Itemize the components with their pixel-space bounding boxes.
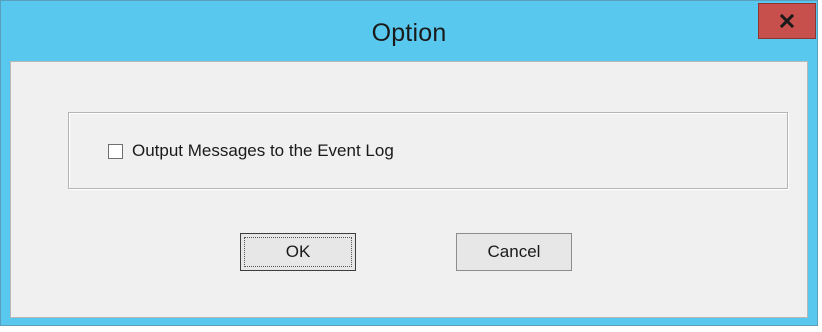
options-group: Output Messages to the Event Log <box>68 112 788 189</box>
dialog-body: Output Messages to the Event Log OK Canc… <box>10 61 808 318</box>
event-log-option[interactable]: Output Messages to the Event Log <box>108 142 394 160</box>
event-log-checkbox-label[interactable]: Output Messages to the Event Log <box>132 142 394 160</box>
event-log-checkbox[interactable] <box>108 143 123 159</box>
option-dialog: Option Output Messages to the Event Log … <box>0 0 818 326</box>
dialog-title: Option <box>371 19 447 47</box>
ok-button[interactable]: OK <box>240 233 356 271</box>
cancel-button[interactable]: Cancel <box>456 233 572 271</box>
title-bar[interactable]: Option <box>1 1 817 61</box>
close-button[interactable] <box>758 3 816 39</box>
close-icon <box>780 14 794 28</box>
